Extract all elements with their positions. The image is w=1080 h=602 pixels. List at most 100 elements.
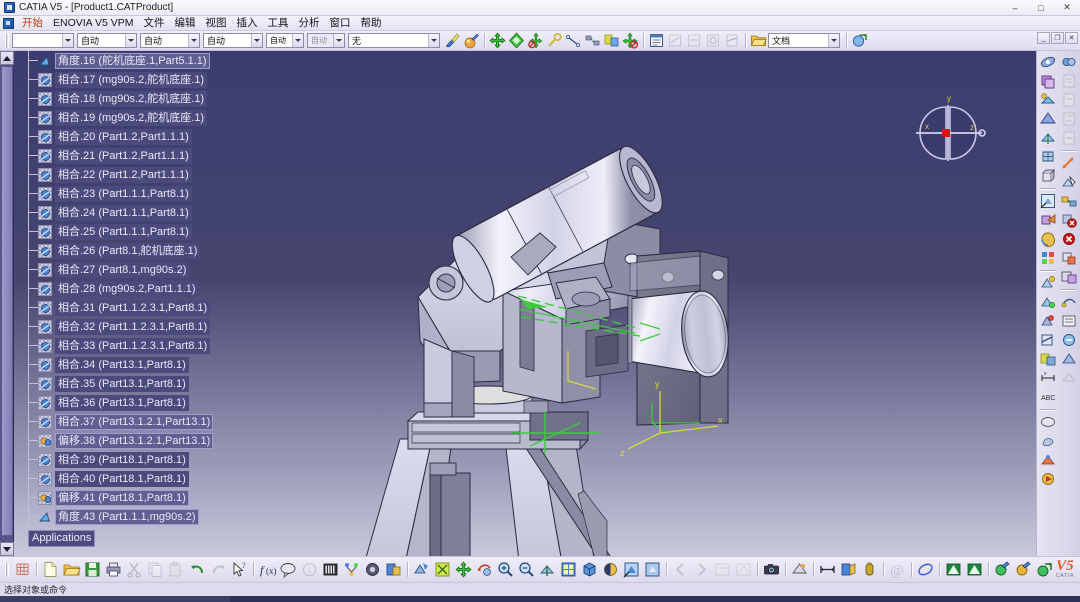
explode-icon[interactable] (1060, 192, 1078, 210)
photo-studio-icon[interactable] (1039, 432, 1057, 450)
tree-node-coincidence-26[interactable]: 相合.26 (Part8.1,舵机底座.1) (28, 241, 201, 260)
new-document-icon[interactable] (41, 560, 60, 579)
start-menu-icon[interactable] (3, 17, 14, 29)
grid-icon[interactable] (13, 560, 32, 579)
info-icon[interactable]: i (300, 560, 319, 579)
isometric-view-icon[interactable] (580, 560, 599, 579)
tree-node-coincidence-32[interactable]: 相合.32 (Part1.1.2.3.1,Part8.1) (28, 317, 211, 336)
measure-between-icon[interactable] (1039, 274, 1057, 292)
hierarchy-icon[interactable] (342, 560, 361, 579)
tree-node-coincidence-25[interactable]: 相合.25 (Part1.1.1,Part8.1) (28, 222, 192, 241)
toolbar-grip[interactable] (5, 562, 9, 577)
normal-view-icon[interactable] (1039, 129, 1057, 147)
paint-brush-icon[interactable] (444, 32, 461, 49)
tree-node-coincidence-40[interactable]: 相合.40 (Part18.1,Part8.1) (28, 469, 189, 488)
measure-between-icon[interactable] (686, 32, 703, 49)
whats-this-icon[interactable]: ? (230, 560, 249, 579)
line-weight-combo[interactable]: 自动 (203, 33, 263, 48)
swap-visible-space-icon[interactable] (1039, 211, 1057, 229)
chevron-down-icon[interactable] (292, 34, 303, 47)
tree-node-coincidence-19[interactable]: 相合.19 (mg90s.2,舵机底座.1) (28, 108, 208, 127)
explode-icon[interactable] (584, 32, 601, 49)
dmu-navigator-icon[interactable] (1039, 451, 1057, 469)
tree-node-coincidence-20[interactable]: 相合.20 (Part1.2,Part1.1.1) (28, 127, 192, 146)
chevron-down-icon[interactable] (251, 34, 262, 47)
apply-material-combo[interactable] (12, 33, 74, 48)
next-view-icon[interactable] (692, 560, 711, 579)
tree-node-coincidence-24[interactable]: 相合.24 (Part1.1.1,Part8.1) (28, 203, 192, 222)
tree-node-coincidence-23[interactable]: 相合.23 (Part1.1.1,Part8.1) (28, 184, 192, 203)
section-plane-icon[interactable] (1060, 369, 1078, 387)
catalog-icon[interactable] (1039, 413, 1057, 431)
save-icon[interactable] (83, 560, 102, 579)
rotate-icon[interactable] (1039, 91, 1057, 109)
comment-icon[interactable] (279, 560, 298, 579)
normal-view-icon[interactable] (538, 560, 557, 579)
hide-show-icon[interactable] (1039, 192, 1057, 210)
pan-icon[interactable] (475, 560, 494, 579)
measure-inertia-icon[interactable] (705, 32, 722, 49)
multi-view-icon[interactable] (1039, 148, 1057, 166)
depth-effect-icon[interactable] (839, 560, 858, 579)
scroll-down-button[interactable] (0, 542, 14, 556)
manipulation-icon[interactable] (1060, 154, 1078, 172)
scroll-up-button[interactable] (0, 51, 14, 65)
manipulation-handle-icon[interactable] (546, 32, 563, 49)
open-folder-icon[interactable] (750, 32, 767, 49)
layer-combo[interactable]: 无 (348, 33, 440, 48)
open-document-icon[interactable] (62, 560, 81, 579)
cut-icon[interactable] (125, 560, 144, 579)
mdi-minimize-button[interactable]: _ (1037, 32, 1050, 44)
tree-node-coincidence-21[interactable]: 相合.21 (Part1.2,Part1.1.1) (28, 146, 192, 165)
camera-icon[interactable] (762, 560, 781, 579)
tree-node-coincidence-39[interactable]: 相合.39 (Part18.1,Part8.1) (28, 450, 189, 469)
measure-inertia-icon[interactable] (1039, 312, 1057, 330)
scroll-thumb[interactable] (1, 66, 13, 536)
tree-node-angle-43[interactable]: 角度.43 (Part1.1.1,mg90s.2) (28, 507, 199, 526)
fit-all-in-icon[interactable] (454, 560, 473, 579)
view-compass[interactable]: x y z (898, 93, 998, 173)
reframe-icon[interactable] (734, 560, 753, 579)
sectioning-icon[interactable] (1039, 331, 1057, 349)
perspective-icon[interactable] (1039, 167, 1057, 185)
measure-item-icon[interactable] (1039, 293, 1057, 311)
swap-visible-icon[interactable] (643, 560, 662, 579)
formula-icon[interactable]: f (x) (258, 560, 277, 579)
mdi-restore-button[interactable]: ❐ (1051, 32, 1064, 44)
menu-item-analyze[interactable]: 分析 (294, 16, 325, 31)
menu-item-start[interactable]: 开始 (17, 16, 48, 31)
new-product-icon[interactable] (1060, 91, 1078, 109)
stop-clash-icon[interactable] (1060, 211, 1078, 229)
clash-icon[interactable] (1039, 350, 1057, 368)
replace-component-icon[interactable] (1060, 129, 1078, 147)
measure-item-icon[interactable] (667, 32, 684, 49)
zoom-in-out-icon[interactable] (1039, 110, 1057, 128)
touch-icon[interactable] (916, 560, 935, 579)
tree-node-applications[interactable]: Applications (28, 529, 96, 547)
tree-node-coincidence-36[interactable]: 相合.36 (Part13.1,Part8.1) (28, 393, 189, 412)
menu-item-file[interactable]: 文件 (139, 16, 170, 31)
tree-scrollbar[interactable] (0, 51, 14, 556)
power-input-icon[interactable] (363, 560, 382, 579)
material-sphere-icon[interactable] (463, 32, 480, 49)
menu-item-window[interactable]: 窗口 (325, 16, 356, 31)
ground-icon[interactable] (860, 560, 879, 579)
point-style-combo[interactable]: 自动 (266, 33, 304, 48)
tree-node-coincidence-33[interactable]: 相合.33 (Part1.1.2.3.1,Part8.1) (28, 336, 211, 355)
render-icon[interactable] (790, 560, 809, 579)
constraint-line-icon[interactable] (565, 32, 582, 49)
chevron-down-icon[interactable] (188, 34, 199, 47)
previous-view-icon[interactable] (671, 560, 690, 579)
mdi-close-button[interactable]: ✕ (1065, 32, 1078, 44)
zoom-out-icon[interactable] (517, 560, 536, 579)
multi-view-icon[interactable] (559, 560, 578, 579)
annotation-icon[interactable]: ABC (1039, 388, 1057, 406)
translate-manipulator-icon[interactable] (489, 32, 506, 49)
render-style-combo[interactable]: 自动 (77, 33, 137, 48)
chevron-down-icon[interactable] (428, 34, 439, 47)
menu-item-help[interactable]: 帮助 (356, 16, 387, 31)
quick-constraint-icon[interactable] (1060, 331, 1078, 349)
menu-item-tools[interactable]: 工具 (263, 16, 294, 31)
paste-icon[interactable] (167, 560, 186, 579)
render-style-icon[interactable] (1039, 230, 1057, 248)
